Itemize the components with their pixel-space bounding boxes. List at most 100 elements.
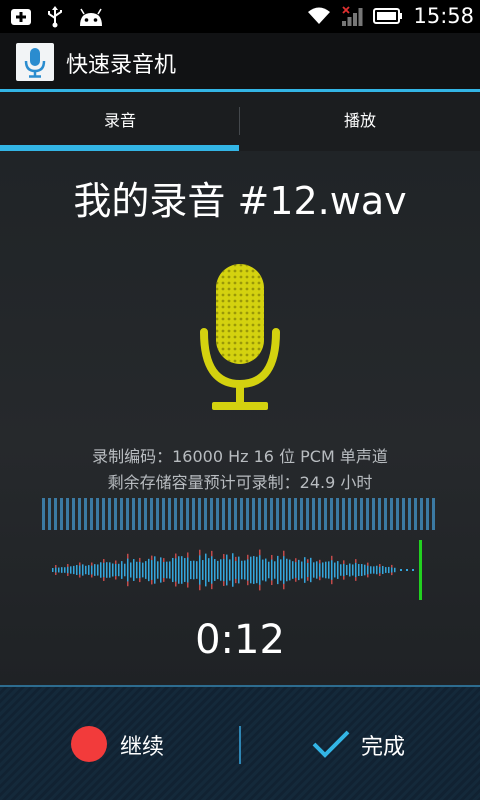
waveform-sample — [64, 567, 66, 573]
level-tick — [78, 498, 81, 530]
waveform-sample — [79, 565, 81, 575]
tab-playback[interactable]: 播放 — [240, 92, 480, 151]
waveform-sample — [202, 560, 204, 580]
waveform-sample — [121, 561, 123, 579]
level-tick — [108, 498, 111, 530]
level-tick — [42, 498, 45, 530]
waveform-sample — [373, 566, 375, 574]
level-tick — [102, 498, 105, 530]
battery-icon — [373, 8, 403, 24]
signal-icon — [342, 6, 363, 26]
waveform-sample — [178, 556, 180, 584]
waveform-sample — [394, 567, 396, 573]
level-tick — [90, 498, 93, 530]
waveform-sample — [268, 561, 270, 579]
waveform-sample — [364, 564, 366, 576]
level-tick — [366, 498, 369, 530]
waveform-sample — [211, 556, 213, 584]
waveform-sample — [244, 560, 246, 580]
done-label: 完成 — [361, 735, 406, 760]
waveform-sample — [334, 562, 336, 578]
waveform-sample — [199, 555, 201, 585]
level-tick — [48, 498, 51, 530]
level-tick — [174, 498, 177, 530]
waveform-sample — [295, 562, 297, 578]
waveform-sample — [55, 567, 57, 573]
waveform-sample — [226, 554, 228, 586]
waveform-sample — [190, 560, 192, 580]
usb-icon — [48, 6, 62, 28]
waveform-sample — [124, 563, 126, 577]
waveform-sample — [235, 561, 237, 579]
level-tick — [288, 498, 291, 530]
waveform-sample — [70, 566, 72, 574]
level-tick — [420, 498, 423, 530]
waveform-sample — [220, 559, 222, 581]
waveform-sample — [265, 558, 267, 582]
level-tick — [210, 498, 213, 530]
level-tick — [192, 498, 195, 530]
tab-record[interactable]: 录音 — [0, 92, 240, 151]
waveform-sample — [223, 558, 225, 582]
record-icon — [71, 726, 107, 762]
waveform-sample — [142, 562, 144, 578]
tab-bar: 录音 播放 — [0, 92, 480, 151]
level-tick — [222, 498, 225, 530]
waveform-sample — [412, 569, 414, 571]
level-tick — [228, 498, 231, 530]
level-tick — [408, 498, 411, 530]
waveform-sample — [208, 558, 210, 582]
level-tick — [360, 498, 363, 530]
level-tick — [348, 498, 351, 530]
waveform-sample — [187, 557, 189, 583]
level-tick — [156, 498, 159, 530]
waveform-sample — [277, 555, 279, 585]
waveform-sample — [292, 561, 294, 579]
app-icon[interactable] — [16, 43, 54, 81]
level-tick — [204, 498, 207, 530]
playhead-cursor — [419, 540, 422, 600]
level-tick — [330, 498, 333, 530]
resume-button[interactable]: 继续 — [0, 687, 239, 800]
waveform-sample — [328, 561, 330, 579]
waveform-sample — [148, 558, 150, 582]
waveform-sample — [355, 562, 357, 578]
waveform-sample — [109, 562, 111, 578]
waveform-sample — [52, 568, 54, 572]
waveform-sample — [106, 562, 108, 578]
microphone-icon — [200, 264, 280, 410]
level-tick — [162, 498, 165, 530]
waveform-sample — [172, 557, 174, 583]
level-tick — [234, 498, 237, 530]
waveform-sample — [301, 561, 303, 579]
waveform-sample — [181, 556, 183, 584]
level-tick — [372, 498, 375, 530]
waveform-sample — [217, 560, 219, 580]
waveform-sample — [349, 563, 351, 577]
waveform-sample — [325, 561, 327, 579]
level-meter — [42, 498, 435, 530]
level-tick — [432, 498, 435, 530]
level-tick — [240, 498, 243, 530]
encoding-info: 录制编码：16000 Hz 16 位 PCM 单声道 — [92, 447, 388, 466]
waveform-sample — [154, 556, 156, 584]
waveform-sample — [214, 559, 216, 581]
waveform-sample — [346, 564, 348, 576]
level-tick — [198, 498, 201, 530]
waveform-sample — [196, 561, 198, 579]
elapsed-time: 0:12 — [195, 617, 285, 663]
level-tick — [282, 498, 285, 530]
waveform-sample — [358, 564, 360, 576]
level-tick — [60, 498, 63, 530]
waveform-sample — [382, 565, 384, 575]
level-tick — [264, 498, 267, 530]
level-tick — [252, 498, 255, 530]
waveform-sample — [163, 562, 165, 578]
level-tick — [384, 498, 387, 530]
done-button[interactable]: 完成 — [241, 687, 480, 800]
storage-info: 剩余存储容量预计可录制：24.9 小时 — [107, 473, 373, 492]
action-bar: 快速录音机 — [0, 33, 480, 89]
waveform-sample — [247, 559, 249, 581]
waveform-sample — [313, 562, 315, 578]
waveform-sample — [361, 564, 363, 576]
